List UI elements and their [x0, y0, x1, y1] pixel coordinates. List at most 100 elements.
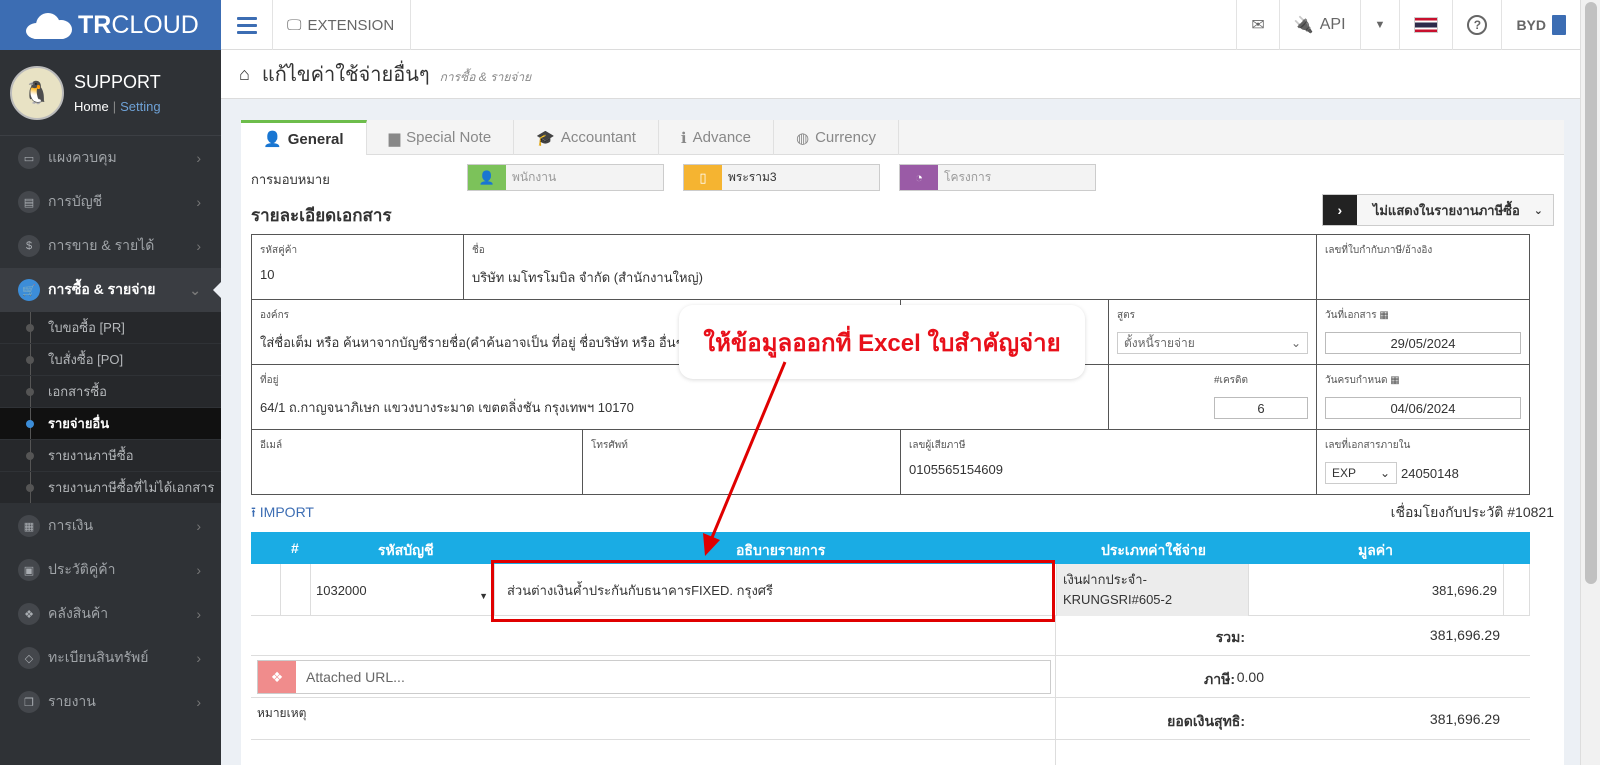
dropbox-icon[interactable]: ❖ — [258, 661, 296, 693]
sidebar-item-assets[interactable]: ◇ ทะเบียนสินทรัพย์ › — [0, 636, 221, 680]
sidebar-subitem-other-expense[interactable]: รายจ่ายอื่น — [0, 408, 221, 440]
credit-cell: #เครดิต 6 — [1108, 364, 1317, 430]
dollar-icon: $ — [18, 235, 40, 257]
user-icon: 👤 — [263, 131, 282, 148]
internal-doc-cell: เลขที่เอกสารภายใน EXP ⌄ 24050148 — [1316, 429, 1530, 495]
sidebar-item-sales[interactable]: $ การขาย & รายได้ › — [0, 224, 221, 268]
question-circle-icon: ? — [1467, 15, 1488, 35]
sidebar-item-dashboard[interactable]: ▭ แผงควบคุม › — [0, 136, 221, 180]
contact-book-icon: ▣ — [18, 559, 40, 581]
chevron-right-icon[interactable]: › — [1322, 195, 1357, 225]
scrollbar-thumb[interactable] — [1585, 2, 1597, 584]
sidebar-subitem-no-doc-tax-report[interactable]: รายงานภาษีซื้อที่ไม่ได้เอกสาร — [0, 472, 221, 504]
document-panel: 👤 General ▆ Special Note 🎓 Accountant ℹ Adva… — [241, 120, 1564, 765]
partner-code-cell[interactable]: รหัสคู่ค้า 10 — [251, 234, 464, 300]
top-bar: TRCLOUD 🖵 EXTENSION ✉ 🔌 API ▼ ? BYD — [0, 0, 1600, 50]
chevron-right-icon: › — [196, 606, 201, 622]
page-title: แก้ไขค่าใช้จ่ายอื่นๆ — [261, 64, 430, 86]
sidebar-item-accounting[interactable]: ▤ การบัญชี › — [0, 180, 221, 224]
sidebar-subitem-purchase-tax-report[interactable]: รายงานภาษีซื้อ — [0, 440, 221, 472]
tab-currency[interactable]: ◍ Currency — [774, 120, 899, 155]
sidebar: 🐧 SUPPORT Home | Setting ▭ แผงควบคุม › ▤ การบ… — [0, 50, 221, 765]
chevron-down-icon: ⌄ — [189, 281, 201, 298]
graduation-cap-icon: 🎓 — [536, 129, 555, 147]
doc-date-input[interactable]: 29/05/2024 — [1325, 332, 1521, 354]
cloud-icon — [24, 11, 74, 39]
home-icon[interactable]: ⌂ — [239, 64, 250, 85]
chevron-down-icon: ⌄ — [1290, 336, 1301, 350]
mail-button[interactable]: ✉ — [1236, 0, 1278, 50]
sidebar-item-finance[interactable]: ▦ การเงิน › — [0, 504, 221, 548]
chevron-right-icon: › — [196, 194, 201, 210]
sidebar-item-partner-history[interactable]: ▣ ประวัติคู่ค้า › — [0, 548, 221, 592]
extension-button[interactable]: 🖵 EXTENSION — [273, 0, 411, 50]
account-code-select[interactable]: 1032000 ▼ — [311, 564, 495, 616]
phone-cell[interactable]: โทรศัพท์ — [582, 429, 901, 495]
tab-special-note[interactable]: ▆ Special Note — [367, 120, 515, 155]
api-button[interactable]: 🔌 API — [1278, 0, 1360, 50]
tab-general[interactable]: 👤 General — [241, 120, 367, 155]
dropdown-button[interactable]: ▼ — [1359, 0, 1400, 50]
monitor-icon: ▭ — [18, 147, 40, 169]
tab-advance[interactable]: ℹ Advance — [659, 120, 774, 155]
monitor-icon: 🖵 — [287, 16, 302, 34]
expense-type-cell: เงินฝากประจำ- KRUNGSRI#605-2 — [1057, 564, 1249, 616]
brand-name: TRCLOUD — [78, 10, 199, 39]
thai-flag-icon — [1414, 17, 1439, 33]
sidebar-item-inventory[interactable]: ❖ คลังสินค้า › — [0, 592, 221, 636]
user-profile: 🐧 SUPPORT Home | Setting — [0, 50, 221, 136]
plug-icon: 🔌 — [1293, 17, 1314, 34]
project-field[interactable]: ◔ โครงการ — [899, 164, 1096, 191]
credit-input[interactable]: 6 — [1214, 397, 1308, 419]
calendar-icon: ▦ — [1379, 310, 1389, 321]
employee-field[interactable]: 👤 พนักงาน — [467, 164, 664, 191]
sidebar-item-purchase[interactable]: 🛒 การซื้อ & รายจ่าย ⌄ — [0, 268, 221, 312]
building-icon — [1552, 15, 1566, 35]
doc-prefix-select[interactable]: EXP ⌄ — [1325, 462, 1397, 484]
chevron-right-icon: › — [196, 562, 201, 578]
note-icon: ▆ — [388, 129, 401, 147]
total-row: รวม: 381,696.29 — [251, 616, 1530, 656]
chevron-right-icon: › — [196, 694, 201, 710]
help-button[interactable]: ? — [1452, 0, 1501, 50]
home-link[interactable]: Home — [74, 99, 109, 114]
formula-select[interactable]: ตั้งหนี้รายจ่าย ⌄ — [1117, 332, 1308, 354]
description-highlight-box — [491, 560, 1055, 622]
attached-url-field[interactable]: ❖ Attached URL... — [257, 660, 1051, 694]
menu-toggle-button[interactable] — [221, 0, 273, 50]
tax-id-cell[interactable]: เลขผู้เสียภาษี 0105565154609 — [900, 429, 1317, 495]
doc-date-cell: วันที่เอกสาร ▦ 29/05/2024 — [1316, 299, 1530, 365]
brand-logo[interactable]: TRCLOUD — [0, 0, 221, 50]
branch-field[interactable]: ▯ พระราม3 — [683, 164, 880, 191]
setting-link[interactable]: Setting — [120, 99, 160, 114]
info-icon: ℹ — [680, 129, 687, 147]
amount-cell[interactable]: 381,696.29 — [1249, 564, 1504, 616]
chevron-right-icon: › — [196, 518, 201, 534]
email-cell[interactable]: อีเมล์ — [251, 429, 583, 495]
tax-invoice-ref-cell[interactable]: เลขที่ใบกำกับภาษี/อ้างอิง — [1316, 234, 1530, 300]
sidebar-subitem-po[interactable]: ใบสั่งซื้อ [PO] — [0, 344, 221, 376]
due-date-cell: วันครบกำหนด ▦ 04/06/2024 — [1316, 364, 1530, 430]
company-button[interactable]: BYD — [1501, 0, 1580, 50]
assignment-row: การมอบหมาย 👤 พนักงาน ▯ พระราม3 ◔ โครงการ — [251, 164, 1551, 192]
vat-report-select[interactable]: › ไม่แสดงในรายงานภาษีซื้อ ⌄ — [1321, 194, 1554, 226]
globe-icon: ◍ — [796, 129, 810, 147]
profile-name: SUPPORT — [74, 71, 161, 92]
language-flag-button[interactable] — [1399, 0, 1452, 50]
top-right-toolbar: ✉ 🔌 API ▼ ? BYD — [1236, 0, 1580, 50]
import-link[interactable]: ⭱ IMPORT — [251, 502, 314, 526]
sidebar-subitem-pr[interactable]: ใบขอซื้อ [PR] — [0, 312, 221, 344]
person-icon: 👤 — [468, 165, 506, 190]
avatar: 🐧 — [10, 65, 64, 120]
sidebar-subitem-purchase-doc[interactable]: เอกสารซื้อ — [0, 376, 221, 408]
partner-name-cell[interactable]: ชื่อ บริษัท เมโทรโมบิล จำกัด (สำนักงานใหญ… — [463, 234, 1317, 300]
section-title: รายละเอียดเอกสาร — [251, 206, 392, 225]
page-scrollbar[interactable] — [1580, 0, 1600, 765]
sidebar-item-reports[interactable]: ❐ รายงาน › — [0, 680, 221, 724]
tab-accountant[interactable]: 🎓 Accountant — [514, 120, 659, 155]
calendar-icon: ▦ — [1390, 375, 1400, 386]
net-total-row: ยอดเงินสุทธิ: 381,696.29 — [251, 698, 1530, 740]
due-date-input[interactable]: 04/06/2024 — [1325, 397, 1521, 419]
formula-cell: สูตร ตั้งหนี้รายจ่าย ⌄ — [1108, 299, 1317, 365]
tab-bar: 👤 General ▆ Special Note 🎓 Accountant ℹ Adva… — [241, 120, 1564, 155]
